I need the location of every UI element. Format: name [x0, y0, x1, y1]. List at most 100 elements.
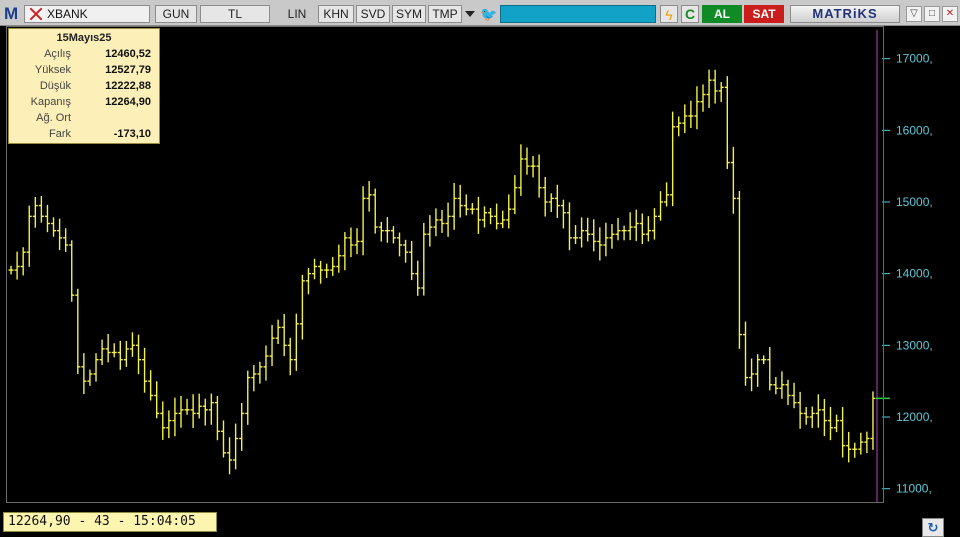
ohlc-bar — [44, 204, 50, 233]
info-value: 12264,90 — [105, 96, 151, 108]
ohlc-bar — [603, 222, 609, 257]
ohlc-bar — [658, 191, 664, 221]
info-label: Yüksek — [34, 64, 71, 76]
ohlc-bar — [518, 144, 524, 196]
ohlc-bar — [791, 382, 797, 409]
ohlc-bar — [208, 393, 214, 425]
settings-refresh-icon[interactable]: ↻ — [922, 518, 944, 537]
ohlc-bar — [712, 69, 718, 104]
info-row-diff: Fark -173,10 — [9, 126, 159, 142]
ohlc-bar — [20, 247, 26, 276]
ohlc-bar — [63, 228, 69, 252]
ohlc-bar — [348, 227, 354, 258]
ohlc-bar — [287, 337, 293, 376]
ohlc-bar — [773, 376, 779, 395]
ohlc-bar — [815, 394, 821, 428]
ohlc-bar — [32, 196, 38, 228]
ohlc-bar — [840, 407, 846, 458]
ohlc-bar — [809, 406, 815, 428]
ohlc-bar — [803, 406, 809, 425]
ohlc-bar — [99, 339, 105, 366]
ohlc-bar — [87, 369, 93, 386]
ohlc-bar — [384, 217, 390, 243]
ohlc-bar — [227, 437, 233, 475]
ohlc-bar — [621, 225, 627, 241]
ohlc-bar — [172, 397, 178, 437]
ohlc-bar — [239, 403, 245, 451]
info-label: Ağ. Ort — [36, 112, 71, 124]
ohlc-bar — [318, 260, 324, 284]
ohlc-bar — [615, 217, 621, 241]
ohlc-bar — [263, 345, 269, 381]
ohlc-bar — [457, 184, 463, 218]
ohlc-bar — [542, 176, 548, 217]
ohlc-bar — [136, 334, 142, 375]
y-tick-label: 17000, — [896, 52, 933, 66]
info-row-avg: Ağ. Ort — [9, 110, 159, 126]
ohlc-bar — [500, 210, 506, 229]
ohlc-bar — [184, 398, 190, 415]
ohlc-bar — [512, 175, 518, 215]
ohlc-bar — [378, 221, 384, 242]
ohlc-bar — [706, 69, 712, 109]
ohlc-bar — [724, 76, 730, 170]
ohlc-bar — [148, 370, 154, 401]
ohlc-bar — [609, 224, 615, 249]
price-readout: 12264,90 - 43 - 15:04:05 — [3, 512, 217, 532]
info-label: Açılış — [44, 48, 71, 60]
ohlc-bar — [530, 155, 536, 178]
ohlc-bar — [481, 206, 487, 228]
ohlc-bar — [451, 182, 457, 230]
ohlc-bar — [469, 203, 475, 215]
ohlc-bar — [560, 199, 566, 229]
info-row-open: Açılış 12460,52 — [9, 46, 159, 62]
y-tick-label: 16000, — [896, 123, 933, 137]
y-tick-label: 14000, — [896, 267, 933, 281]
ohlc-bar — [8, 265, 14, 275]
ohlc-bar — [742, 321, 748, 386]
info-value: 12222,88 — [105, 80, 151, 92]
ohlc-bar — [190, 394, 196, 428]
ohlc-bar — [196, 393, 202, 419]
ohlc-bar — [324, 263, 330, 279]
ohlc-bar — [864, 431, 870, 454]
ohlc-bar — [415, 260, 421, 296]
ohlc-bar — [488, 207, 494, 225]
ohlc-bar — [269, 324, 275, 367]
ohlc-bar — [360, 186, 366, 256]
ohlc-bar — [688, 100, 694, 128]
ohlc-bar — [797, 391, 803, 429]
ohlc-bar — [870, 391, 876, 450]
ohlc-bar — [676, 116, 682, 137]
ohlc-bar — [718, 82, 724, 102]
ohlc-bar — [390, 226, 396, 244]
ohlc-bar — [858, 432, 864, 455]
ohlc-bar — [129, 332, 135, 357]
ohlc-bar — [785, 379, 791, 406]
ohlc-bar — [38, 196, 44, 223]
ohlc-bar — [736, 191, 742, 349]
ohlc-bar — [366, 181, 372, 212]
ohlc-bar — [93, 353, 99, 382]
ohlc-bar — [342, 232, 348, 271]
ohlc-bar — [372, 188, 378, 234]
ohlc-bar — [627, 212, 633, 241]
y-tick-label: 13000, — [896, 338, 933, 352]
ohlc-info-panel: 15Mayıs25 Açılış 12460,52 Yüksek 12527,79 … — [8, 28, 160, 144]
y-tick-label: 15000, — [896, 195, 933, 209]
ohlc-bar — [336, 244, 342, 273]
ohlc-bar — [403, 239, 409, 263]
ohlc-bar — [852, 442, 858, 458]
ohlc-bar — [566, 202, 572, 251]
ohlc-bar — [591, 219, 597, 252]
y-axis: 11000, 12000, 13000, 14000, 15000, 16000, 1700… — [882, 52, 933, 496]
ohlc-bar — [123, 340, 129, 367]
ohlc-bar — [293, 313, 299, 371]
ohlc-bar — [178, 395, 184, 428]
ohlc-bar — [69, 240, 75, 302]
ohlc-bar — [846, 431, 852, 463]
ohlc-bar — [142, 347, 148, 393]
ohlc-bar — [730, 146, 736, 214]
ohlc-bar — [397, 232, 403, 257]
ohlc-bar — [755, 354, 761, 387]
